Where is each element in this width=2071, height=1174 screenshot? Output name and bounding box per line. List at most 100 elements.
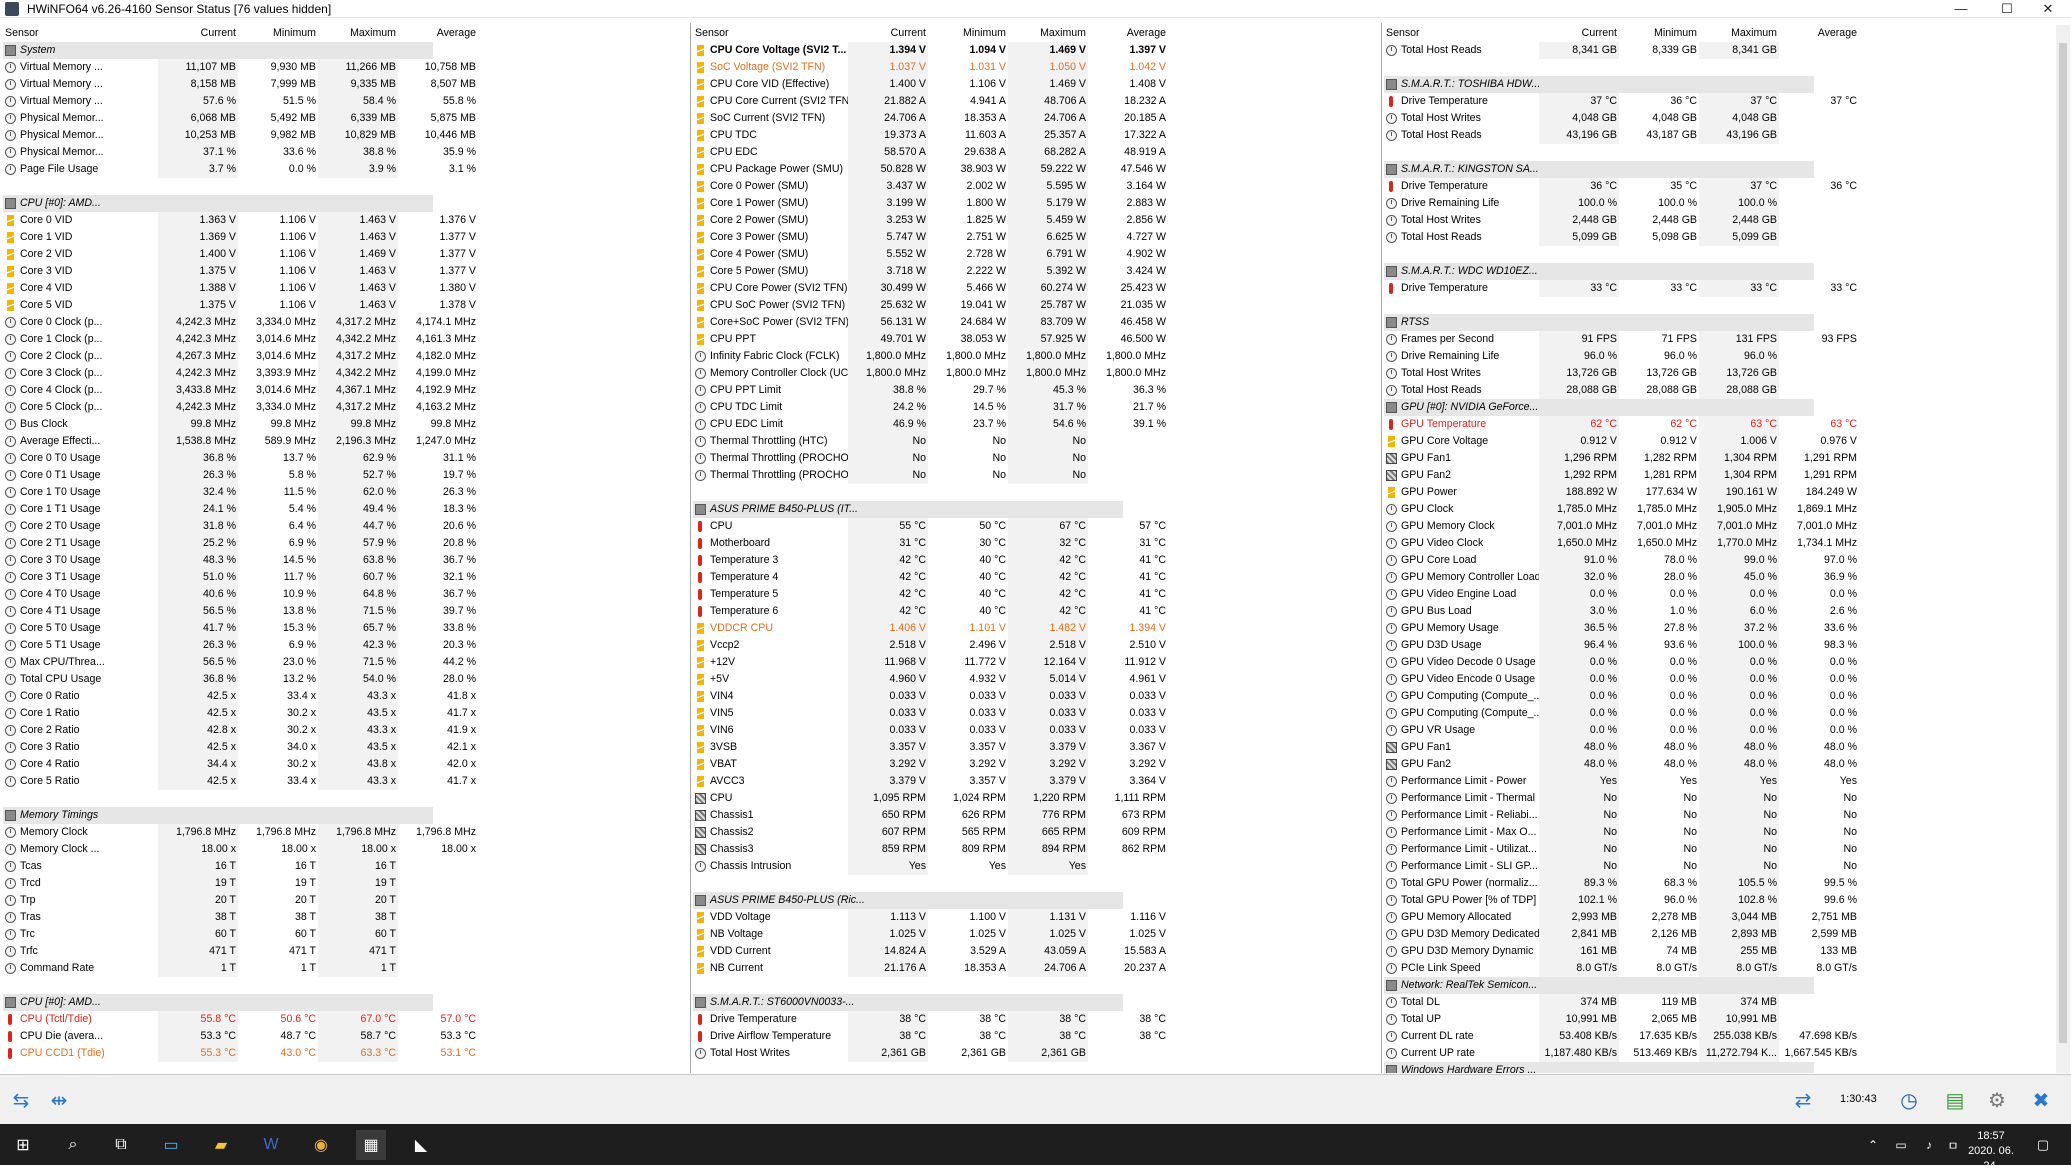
sensor-row[interactable]: Physical Memor... 6,068 MB 5,492 MB 6,339 M…	[3, 110, 690, 127]
sensor-row[interactable]: Thermal Throttling (HTC) No No No	[693, 433, 1381, 450]
sensor-row[interactable]: CPU Die (avera... 53.3 °C 48.7 °C 58.7 °C 53…	[3, 1028, 690, 1045]
sensor-row[interactable]: Trfc 471 T 471 T 471 T	[3, 943, 690, 960]
sensor-row[interactable]: Core 1 VID 1.369 V 1.106 V 1.463 V 1.377 V	[3, 229, 690, 246]
sensor-row[interactable]: CPU 1,095 RPM 1,024 RPM 1,220 RPM 1,111 RPM	[693, 790, 1381, 807]
sensor-row[interactable]: VBAT 3.292 V 3.292 V 3.292 V 3.292 V	[693, 756, 1381, 773]
sensor-row[interactable]: Core 0 T1 Usage 26.3 % 5.8 % 52.7 % 19.7 %	[3, 467, 690, 484]
sensor-row[interactable]: Current DL rate 53.408 KB/s 17.635 KB/s 255…	[1384, 1028, 2054, 1045]
sensor-row[interactable]: VDD Current 14.824 A 3.529 A 43.059 A 15.583…	[693, 943, 1381, 960]
column-header-minimum[interactable]: Minimum	[1619, 25, 1699, 42]
sensor-row[interactable]: CPU CCD1 (Tdie) 55.3 °C 43.0 °C 63.3 °C 53.1…	[3, 1045, 690, 1062]
column-header-current[interactable]: Current	[158, 25, 238, 42]
column-divider[interactable]	[690, 23, 691, 1073]
sensor-row[interactable]: VDD Voltage 1.113 V 1.100 V 1.131 V 1.116 V	[693, 909, 1381, 926]
sensor-row[interactable]: Drive Temperature 38 °C 38 °C 38 °C 38 °C	[693, 1011, 1381, 1028]
sensor-row[interactable]: VDDCR CPU 1.406 V 1.101 V 1.482 V 1.394 V	[693, 620, 1381, 637]
sensor-row[interactable]: GPU Fan2 48.0 % 48.0 % 48.0 % 48.0 %	[1384, 756, 2054, 773]
sensor-row[interactable]: Core 2 T0 Usage 31.8 % 6.4 % 44.7 % 20.6 %	[3, 518, 690, 535]
sensor-row[interactable]: Core 0 T0 Usage 36.8 % 13.7 % 62.9 % 31.1 %	[3, 450, 690, 467]
sensor-row[interactable]: Core 2 Clock (p... 4,267.3 MHz 3,014.6 MHz…	[3, 348, 690, 365]
sensor-row[interactable]: Core 5 Power (SMU) 3.718 W 2.222 W 5.392 W 3…	[693, 263, 1381, 280]
sensor-row[interactable]: Chassis3 859 RPM 809 RPM 894 RPM 862 RPM	[693, 841, 1381, 858]
sensor-row[interactable]: CPU PPT Limit 38.8 % 29.7 % 45.3 % 36.3 %	[693, 382, 1381, 399]
sensor-row[interactable]: Total Host Writes 13,726 GB 13,726 GB 13,72…	[1384, 365, 2054, 382]
sensor-row[interactable]: Temperature 5 42 °C 40 °C 42 °C 41 °C	[693, 586, 1381, 603]
sensor-group-header[interactable]: Network: RealTek Semicon...	[1384, 977, 2054, 994]
sensor-row[interactable]: Chassis Intrusion Yes Yes Yes	[693, 858, 1381, 875]
sensor-row[interactable]: Core 5 Ratio 42.5 x 33.4 x 43.3 x 41.7 x	[3, 773, 690, 790]
sensor-row[interactable]: Core 1 Ratio 42.5 x 30.2 x 43.5 x 41.7 x	[3, 705, 690, 722]
sensor-row[interactable]: GPU Temperature 62 °C 62 °C 63 °C 63 °C	[1384, 416, 2054, 433]
sensor-row[interactable]: Memory Clock 1,796.8 MHz 1,796.8 MHz 1,796.…	[3, 824, 690, 841]
sensor-row[interactable]: GPU Video Decode 0 Usage 0.0 % 0.0 % 0.0 % 0…	[1384, 654, 2054, 671]
sensor-row[interactable]: Total Host Writes 2,361 GB 2,361 GB 2,361 G…	[693, 1045, 1381, 1062]
sensor-group-header[interactable]: RTSS	[1384, 314, 2054, 331]
search-icon[interactable]: ⌕	[58, 1130, 88, 1160]
tray-clock[interactable]: 18:57 2020. 06. 24.	[1960, 1129, 2022, 1174]
minimize-button[interactable]: —	[1938, 0, 1984, 18]
sensor-row[interactable]: GPU Memory Clock 7,001.0 MHz 7,001.0 MHz 7,…	[1384, 518, 2054, 535]
close-x-icon[interactable]: ✖	[2024, 1085, 2058, 1115]
network-sync-icon[interactable]: ⇄	[1786, 1085, 1820, 1115]
sensor-row[interactable]: Total CPU Usage 36.8 % 13.2 % 54.0 % 28.0 %	[3, 671, 690, 688]
sensor-row[interactable]: AVCC3 3.379 V 3.357 V 3.379 V 3.364 V	[693, 773, 1381, 790]
sensor-row[interactable]: Core 1 T0 Usage 32.4 % 11.5 % 62.0 % 26.3 %	[3, 484, 690, 501]
sensor-group-header[interactable]: GPU [#0]: NVIDIA GeForce...	[1384, 399, 2054, 416]
sensor-row[interactable]: Performance Limit - Max O... No No No No	[1384, 824, 2054, 841]
sensor-row[interactable]: Drive Temperature 37 °C 36 °C 37 °C 37 °C	[1384, 93, 2054, 110]
sensor-row[interactable]: Core 5 Clock (p... 4,242.3 MHz 3,334.0 MHz…	[3, 399, 690, 416]
sensor-row[interactable]: Infinity Fabric Clock (FCLK) 1,800.0 MHz 1…	[693, 348, 1381, 365]
sensor-row[interactable]: Bus Clock 99.8 MHz 99.8 MHz 99.8 MHz 99.8 MH…	[3, 416, 690, 433]
sensor-group-header[interactable]: CPU [#0]: AMD...	[3, 195, 690, 212]
sensor-row[interactable]: NB Current 21.176 A 18.353 A 24.706 A 20.237…	[693, 960, 1381, 977]
sensor-row[interactable]: Core 1 T1 Usage 24.1 % 5.4 % 49.4 % 18.3 %	[3, 501, 690, 518]
sensor-group-header[interactable]: CPU [#0]: AMD...	[3, 994, 690, 1011]
column-header-sensor[interactable]: Sensor	[1384, 25, 1539, 42]
sensor-row[interactable]: VIN4 0.033 V 0.033 V 0.033 V 0.033 V	[693, 688, 1381, 705]
sensor-row[interactable]: CPU SoC Power (SVI2 TFN) 25.632 W 19.041 W…	[693, 297, 1381, 314]
sensor-row[interactable]: GPU Video Engine Load 0.0 % 0.0 % 0.0 % 0.0 …	[1384, 586, 2054, 603]
sensor-row[interactable]: GPU Core Load 91.0 % 78.0 % 99.0 % 97.0 %	[1384, 552, 2054, 569]
sensor-row[interactable]: Total DL 374 MB 119 MB 374 MB	[1384, 994, 2054, 1011]
sensor-row[interactable]: +12V 11.968 V 11.772 V 12.164 V 11.912 V	[693, 654, 1381, 671]
network-tray-icon[interactable]: ▭	[1886, 1130, 1916, 1160]
word-icon[interactable]: W	[256, 1130, 286, 1160]
sensor-row[interactable]: Core 4 T1 Usage 56.5 % 13.8 % 71.5 % 39.7 %	[3, 603, 690, 620]
column-header-average[interactable]: Average	[1779, 25, 1859, 42]
task-view-icon[interactable]: ⧉	[106, 1130, 136, 1160]
sensor-row[interactable]: +5V 4.960 V 4.932 V 5.014 V 4.961 V	[693, 671, 1381, 688]
sensor-row[interactable]: Virtual Memory ... 8,158 MB 7,999 MB 9,335 …	[3, 76, 690, 93]
sensor-row[interactable]: Core 4 Clock (p... 3,433.8 MHz 3,014.6 MHz…	[3, 382, 690, 399]
sensor-row[interactable]: VIN6 0.033 V 0.033 V 0.033 V 0.033 V	[693, 722, 1381, 739]
sensor-group-header[interactable]: S.M.A.R.T.: KINGSTON SA...	[1384, 161, 2054, 178]
column-header-sensor[interactable]: Sensor	[693, 25, 848, 42]
sensor-group-header[interactable]: S.M.A.R.T.: TOSHIBA HDW...	[1384, 76, 2054, 93]
sensor-row[interactable]: Drive Remaining Life 96.0 % 96.0 % 96.0 %	[1384, 348, 2054, 365]
sensor-row[interactable]: Physical Memor... 10,253 MB 9,982 MB 10,829…	[3, 127, 690, 144]
sensor-row[interactable]: Core 4 T0 Usage 40.6 % 10.9 % 64.8 % 36.7 %	[3, 586, 690, 603]
sensor-row[interactable]: Core 3 T0 Usage 48.3 % 14.5 % 63.8 % 36.7 %	[3, 552, 690, 569]
sensor-group-header[interactable]: Windows Hardware Errors ...	[1384, 1062, 2054, 1073]
sensor-row[interactable]: Current UP rate 1,187.480 KB/s 513.469 KB/…	[1384, 1045, 2054, 1062]
sensor-panel-3[interactable]: Sensor Current Minimum Maximum Average Total …	[1384, 25, 2054, 1073]
column-divider[interactable]	[1381, 23, 1382, 1073]
sensor-row[interactable]: CPU EDC Limit 46.9 % 23.7 % 54.6 % 39.1 %	[693, 416, 1381, 433]
monitor-app-icon[interactable]: ▭	[156, 1130, 186, 1160]
scrollbar-thumb[interactable]	[2059, 43, 2067, 1043]
sensor-group-header[interactable]: ASUS PRIME B450-PLUS (Ric...	[693, 892, 1381, 909]
column-header-average[interactable]: Average	[398, 25, 478, 42]
sensor-row[interactable]: CPU PPT 49.701 W 38.053 W 57.925 W 46.500 W	[693, 331, 1381, 348]
sensor-row[interactable]: GPU Computing (Compute_... 0.0 % 0.0 % 0.0 …	[1384, 705, 2054, 722]
sensor-row[interactable]: CPU Core Power (SVI2 TFN) 30.499 W 5.466 W…	[693, 280, 1381, 297]
sensor-row[interactable]: GPU Bus Load 3.0 % 1.0 % 6.0 % 2.6 %	[1384, 603, 2054, 620]
notification-icon[interactable]: ▢	[2028, 1130, 2058, 1160]
sensor-row[interactable]: Total Host Writes 4,048 GB 4,048 GB 4,048 G…	[1384, 110, 2054, 127]
sensor-row[interactable]: Core 2 T1 Usage 25.2 % 6.9 % 57.9 % 20.8 %	[3, 535, 690, 552]
sensor-row[interactable]: Memory Controller Clock (UC... 1,800.0 MH…	[693, 365, 1381, 382]
sensor-row[interactable]: CPU TDC 19.373 A 11.603 A 25.357 A 17.322 A	[693, 127, 1381, 144]
sensor-row[interactable]: Drive Airflow Temperature 38 °C 38 °C 38 °C…	[693, 1028, 1381, 1045]
sensor-row[interactable]: Total Host Reads 43,196 GB 43,187 GB 43,196…	[1384, 127, 2054, 144]
settings-gear-icon[interactable]: ⚙	[1980, 1085, 2014, 1115]
sensor-row[interactable]: Core 5 VID 1.375 V 1.106 V 1.463 V 1.378 V	[3, 297, 690, 314]
sensor-row[interactable]: Temperature 3 42 °C 40 °C 42 °C 41 °C	[693, 552, 1381, 569]
